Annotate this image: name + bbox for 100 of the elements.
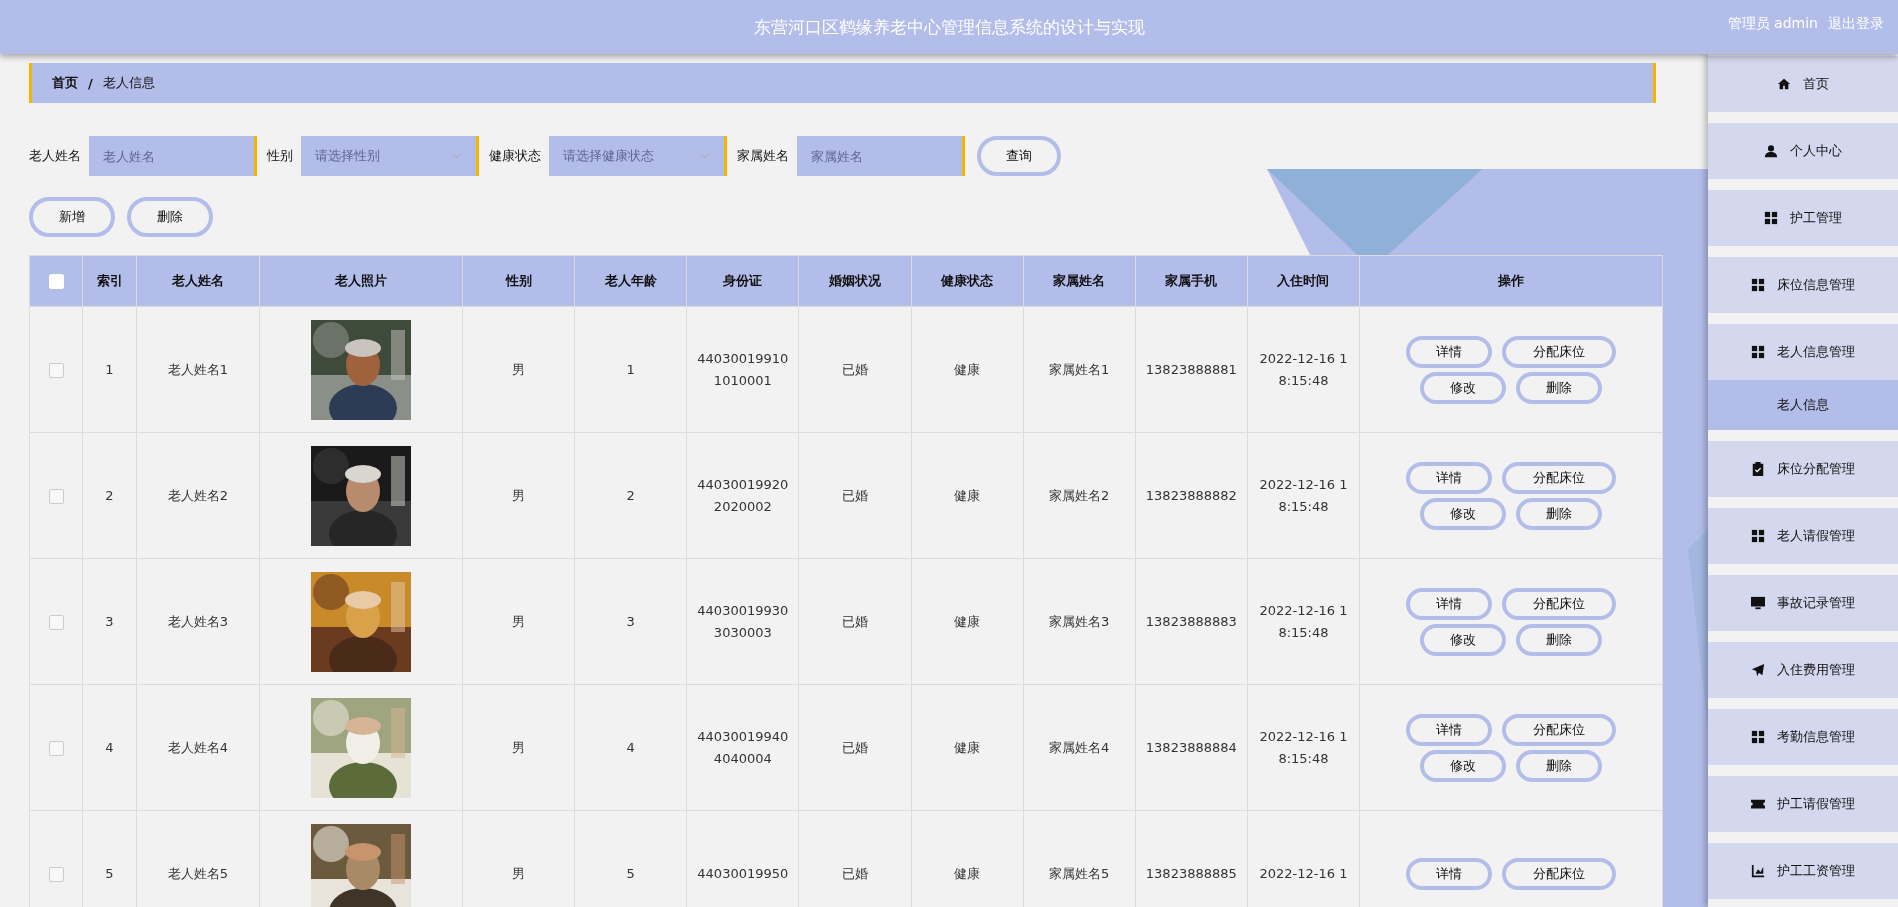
column-header: 性别 xyxy=(462,255,575,307)
column-header: 健康状态 xyxy=(911,255,1024,307)
table-cell: 13823888883 xyxy=(1135,558,1248,685)
delete-button[interactable]: 删除 xyxy=(127,197,213,237)
edit-button[interactable]: 修改 xyxy=(1420,497,1506,530)
delete-button[interactable]: 删除 xyxy=(1516,371,1602,404)
table-cell: 44030019940 4040004 xyxy=(686,684,799,811)
filter-label: 性别 xyxy=(267,147,293,165)
select-all-checkbox[interactable] xyxy=(48,274,64,289)
details-button[interactable]: 详情 xyxy=(1406,461,1492,494)
table-cell: 健康 xyxy=(911,306,1024,433)
table-cell: 2 xyxy=(82,432,137,559)
table-cell: 健康 xyxy=(911,684,1024,811)
home-icon xyxy=(1777,77,1791,91)
column-header: 家属手机 xyxy=(1135,255,1248,307)
assign-bed-button[interactable]: 分配床位 xyxy=(1502,335,1616,368)
details-button[interactable]: 详情 xyxy=(1406,713,1492,746)
table-cell: 已婚 xyxy=(798,684,911,811)
breadcrumb-home[interactable]: 首页 xyxy=(52,74,78,92)
user-label: 管理员 admin xyxy=(1727,15,1818,33)
add-button[interactable]: 新增 xyxy=(29,197,115,237)
search-button[interactable]: 查询 xyxy=(977,136,1061,176)
table-cell: 44030019920 2020002 xyxy=(686,432,799,559)
table-cell: 家属姓名4 xyxy=(1023,684,1136,811)
system-title: 东营河口区鹤缘养老中心管理信息系统的设计与实现 xyxy=(753,15,1145,39)
table-cell: 已婚 xyxy=(798,558,911,685)
column-header: 身份证 xyxy=(686,255,799,307)
chevron-down-icon xyxy=(700,153,710,159)
sidebar-item[interactable]: 事故记录管理 xyxy=(1708,575,1898,631)
column-header: 老人年龄 xyxy=(574,255,687,307)
paper-plane-icon xyxy=(1751,663,1765,677)
sidebar-item[interactable]: 个人中心 xyxy=(1708,123,1898,179)
details-button[interactable]: 详情 xyxy=(1406,587,1492,620)
table-cell: 老人姓名4 xyxy=(136,684,260,811)
sidebar-subitem[interactable]: 老人信息 xyxy=(1708,380,1898,430)
column-header: 老人照片 xyxy=(259,255,463,307)
assign-bed-button[interactable]: 分配床位 xyxy=(1502,857,1616,890)
breadcrumb-current: 老人信息 xyxy=(102,74,155,92)
table-cell: 家属姓名3 xyxy=(1023,558,1136,685)
search-field[interactable]: 老人姓名 xyxy=(89,136,257,176)
sidebar-item[interactable]: 入住费用管理 xyxy=(1708,642,1898,698)
table-cell: 13823888882 xyxy=(1135,432,1248,559)
chart-icon xyxy=(1751,864,1765,878)
sidebar-item[interactable]: 床位信息管理 xyxy=(1708,257,1898,313)
grid-icon xyxy=(1751,529,1765,543)
table-cell: 4 xyxy=(574,684,687,811)
chevron-down-icon xyxy=(452,153,462,159)
sidebar-item[interactable]: 护工请假管理 xyxy=(1708,776,1898,832)
table-cell: 健康 xyxy=(911,432,1024,559)
sidebar-item[interactable]: 考勤信息管理 xyxy=(1708,709,1898,765)
row-checkbox[interactable] xyxy=(48,614,64,630)
row-checkbox[interactable] xyxy=(48,488,64,504)
details-button[interactable]: 详情 xyxy=(1406,857,1492,890)
table-cell: 男 xyxy=(462,558,575,685)
sidebar-item[interactable]: 护工管理 xyxy=(1708,190,1898,246)
table-cell: 已婚 xyxy=(798,432,911,559)
table-cell: 男 xyxy=(462,432,575,559)
edit-button[interactable]: 修改 xyxy=(1420,371,1506,404)
table-cell: 男 xyxy=(462,306,575,433)
assign-bed-button[interactable]: 分配床位 xyxy=(1502,587,1616,620)
table-cell: 1 xyxy=(574,306,687,433)
details-button[interactable]: 详情 xyxy=(1406,335,1492,368)
column-header: 操作 xyxy=(1359,255,1663,307)
ticket-icon xyxy=(1751,797,1765,811)
delete-button[interactable]: 删除 xyxy=(1516,497,1602,530)
edit-button[interactable]: 修改 xyxy=(1420,749,1506,782)
table-cell: 老人姓名3 xyxy=(136,558,260,685)
table-cell: 2022-12-16 1 8:15:48 xyxy=(1247,558,1360,685)
row-checkbox[interactable] xyxy=(48,866,64,882)
table-cell: 老人姓名1 xyxy=(136,306,260,433)
clipboard-check-icon xyxy=(1751,462,1765,476)
table-cell: 已婚 xyxy=(798,306,911,433)
table-cell: 13823888884 xyxy=(1135,684,1248,811)
table-cell: 2022-12-16 1 8:15:48 xyxy=(1247,684,1360,811)
delete-button[interactable]: 删除 xyxy=(1516,623,1602,656)
sidebar-item[interactable]: 床位分配管理 xyxy=(1708,441,1898,497)
delete-button[interactable]: 删除 xyxy=(1516,749,1602,782)
filter-label: 健康状态 xyxy=(489,147,541,165)
sidebar-item[interactable]: 护工工资管理 xyxy=(1708,843,1898,899)
column-header: 婚姻状况 xyxy=(798,255,911,307)
row-checkbox[interactable] xyxy=(48,740,64,756)
search-field[interactable]: 家属姓名 xyxy=(797,136,965,176)
monitor-icon xyxy=(1751,596,1765,610)
table-cell: 2022-12-16 1 8:15:48 xyxy=(1247,432,1360,559)
table-cell: 家属姓名2 xyxy=(1023,432,1136,559)
table-cell: 家属姓名1 xyxy=(1023,306,1136,433)
grid-icon xyxy=(1751,730,1765,744)
column-header: 老人姓名 xyxy=(136,255,260,307)
sidebar-item[interactable]: 老人信息管理 xyxy=(1708,324,1898,380)
assign-bed-button[interactable]: 分配床位 xyxy=(1502,461,1616,494)
column-header: 索引 xyxy=(82,255,137,307)
row-checkbox[interactable] xyxy=(48,362,64,378)
sidebar-item[interactable]: 首页 xyxy=(1708,56,1898,112)
grid-icon xyxy=(1751,345,1765,359)
person-icon xyxy=(1764,144,1778,158)
sidebar-item[interactable]: 老人请假管理 xyxy=(1708,508,1898,564)
table-cell: 3 xyxy=(574,558,687,685)
table-cell: 13823888881 xyxy=(1135,306,1248,433)
assign-bed-button[interactable]: 分配床位 xyxy=(1502,713,1616,746)
edit-button[interactable]: 修改 xyxy=(1420,623,1506,656)
